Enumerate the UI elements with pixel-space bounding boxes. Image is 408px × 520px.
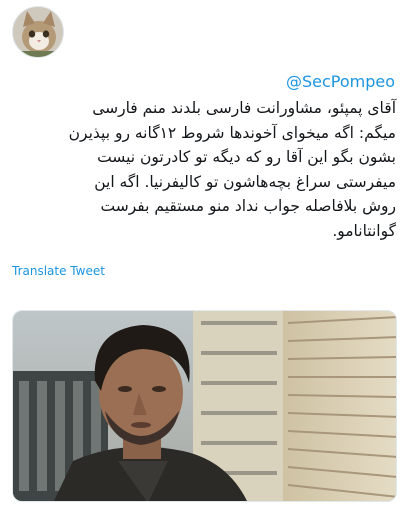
- translate-tweet-link[interactable]: Translate Tweet: [12, 264, 105, 278]
- tweet-photo-image[interactable]: [12, 310, 397, 502]
- mention-link[interactable]: @SecPompeo: [286, 72, 395, 91]
- avatar[interactable]: [12, 6, 64, 58]
- tweet-photo-image: [13, 311, 396, 501]
- tweet-text: آقای پمپئو، مشاورانت فارسی بلدند منم فار…: [68, 99, 396, 240]
- cat-avatar-icon: [13, 7, 63, 57]
